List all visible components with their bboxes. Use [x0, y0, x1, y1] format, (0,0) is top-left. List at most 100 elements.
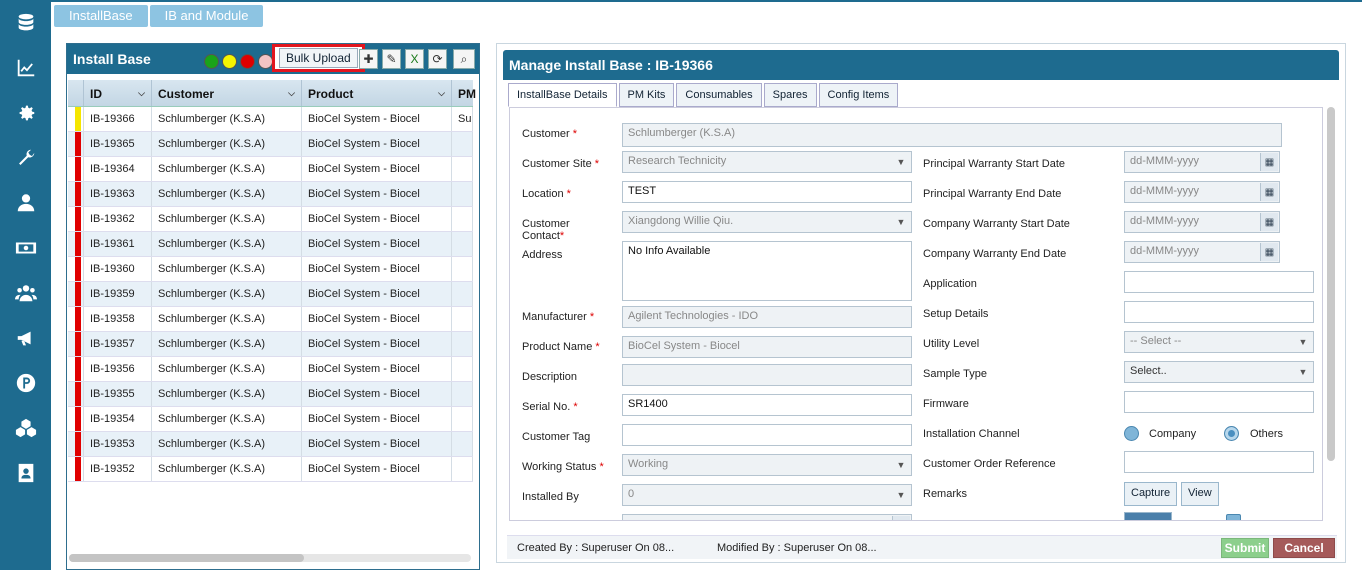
setup-details-field[interactable]: [1124, 301, 1314, 323]
table-row[interactable]: IB-19358 Schlumberger (K.S.A) BioCel Syste…: [68, 307, 473, 332]
horizontal-scrollbar[interactable]: [69, 554, 471, 562]
users-icon[interactable]: [0, 279, 51, 307]
calendar-icon[interactable]: ▦: [892, 516, 910, 520]
table-row[interactable]: IB-19365 Schlumberger (K.S.A) BioCel Syste…: [68, 132, 473, 157]
wrench-icon[interactable]: [0, 144, 51, 172]
chevron-down-icon: ▼: [1298, 367, 1308, 377]
green-status-dot[interactable]: [204, 54, 219, 69]
capture-button[interactable]: Capture: [1124, 482, 1178, 506]
money-icon[interactable]: [0, 234, 51, 262]
chevron-down-icon: ▼: [1298, 337, 1308, 347]
edit-icon[interactable]: ✎: [382, 49, 401, 69]
yellow-status-dot[interactable]: [222, 54, 237, 69]
table-row[interactable]: IB-19357 Schlumberger (K.S.A) BioCel Syste…: [68, 332, 473, 357]
megaphone-icon[interactable]: [0, 324, 51, 352]
table-row[interactable]: IB-19361 Schlumberger (K.S.A) BioCel Syste…: [68, 232, 473, 257]
vertical-scrollbar[interactable]: [1327, 107, 1335, 461]
tab-pm-kits[interactable]: PM Kits: [618, 83, 675, 107]
company-end-date[interactable]: dd-MMM-yyyy ▦: [1124, 241, 1280, 263]
customer-order-ref-field[interactable]: [1124, 451, 1314, 473]
customer-field[interactable]: Schlumberger (K.S.A): [622, 123, 1282, 147]
status-flag: [75, 307, 81, 331]
table-row[interactable]: IB-19356 Schlumberger (K.S.A) BioCel Syste…: [68, 357, 473, 382]
principal-end-date[interactable]: dd-MMM-yyyy ▦: [1124, 181, 1280, 203]
table-row[interactable]: IB-19364 Schlumberger (K.S.A) BioCel Syste…: [68, 157, 473, 182]
submit-button[interactable]: Submit: [1221, 538, 1269, 558]
cell-pm: [452, 307, 473, 331]
calendar-icon[interactable]: ▦: [1260, 213, 1278, 231]
chart-icon[interactable]: [0, 54, 51, 82]
working-status-select[interactable]: Working ▼: [622, 454, 912, 476]
description-field[interactable]: [622, 364, 912, 386]
table-row[interactable]: IB-19353 Schlumberger (K.S.A) BioCel Syste…: [68, 432, 473, 457]
scroll-thumb[interactable]: [69, 554, 304, 562]
tab-installbase[interactable]: InstallBase: [54, 5, 148, 27]
table-row[interactable]: IB-19360 Schlumberger (K.S.A) BioCel Syste…: [68, 257, 473, 282]
table-row[interactable]: IB-19366 Schlumberger (K.S.A) BioCel Syste…: [68, 107, 473, 132]
table-row[interactable]: IB-19352 Schlumberger (K.S.A) BioCel Syste…: [68, 457, 473, 482]
search-icon[interactable]: ⌕: [453, 49, 475, 69]
refresh-icon[interactable]: ⟳: [428, 49, 447, 69]
status-flag: [75, 282, 81, 306]
parking-icon[interactable]: [0, 369, 51, 397]
red-status-dot[interactable]: [240, 54, 255, 69]
principal-start-date[interactable]: dd-MMM-yyyy ▦: [1124, 151, 1280, 173]
table-row[interactable]: IB-19359 Schlumberger (K.S.A) BioCel Syste…: [68, 282, 473, 307]
column-product[interactable]: Product ⌵: [302, 80, 452, 106]
company-start-date[interactable]: dd-MMM-yyyy ▦: [1124, 211, 1280, 233]
column-id[interactable]: ID ⌵: [84, 80, 152, 106]
customer-contact-select[interactable]: Xiangdong Willie Qiu. ▼: [622, 211, 912, 233]
column-customer-label: Customer: [158, 87, 215, 101]
radio-others[interactable]: [1224, 426, 1239, 441]
grid-header-flag: [68, 80, 84, 106]
radio-company[interactable]: [1124, 426, 1139, 441]
user-icon[interactable]: [0, 189, 51, 217]
firmware-field[interactable]: [1124, 391, 1314, 413]
add-icon[interactable]: ✚: [359, 49, 378, 69]
table-row[interactable]: IB-19362 Schlumberger (K.S.A) BioCel Syste…: [68, 207, 473, 232]
tab-ib-and-module[interactable]: IB and Module: [149, 5, 264, 27]
calendar-icon[interactable]: ▦: [1260, 183, 1278, 201]
table-row[interactable]: IB-19363 Schlumberger (K.S.A) BioCel Syste…: [68, 182, 473, 207]
view-button[interactable]: View: [1181, 482, 1219, 506]
table-row[interactable]: IB-19354 Schlumberger (K.S.A) BioCel Syste…: [68, 407, 473, 432]
partial-hidden-button[interactable]: [1124, 512, 1172, 520]
address-textarea[interactable]: No Info Available: [622, 241, 912, 301]
bulk-upload-button[interactable]: Bulk Upload: [279, 48, 358, 68]
table-row[interactable]: IB-19355 Schlumberger (K.S.A) BioCel Syste…: [68, 382, 473, 407]
location-field[interactable]: TEST: [622, 181, 912, 203]
customer-tag-field[interactable]: [622, 424, 912, 446]
partial-hidden-field[interactable]: ▦: [622, 514, 912, 520]
calendar-icon[interactable]: ▦: [1260, 243, 1278, 261]
database-icon[interactable]: [0, 9, 51, 37]
customer-site-select[interactable]: Research Technicity ▼: [622, 151, 912, 173]
column-customer[interactable]: Customer ⌵: [152, 80, 302, 106]
tab-installbase-details[interactable]: InstallBase Details: [508, 83, 617, 107]
column-pm[interactable]: PM: [452, 80, 476, 106]
contact-card-icon[interactable]: [0, 459, 51, 487]
cell-flag: [68, 307, 84, 331]
sample-type-select[interactable]: Select.. ▼: [1124, 361, 1314, 383]
installed-by-select[interactable]: 0 ▼: [622, 484, 912, 506]
cell-product: BioCel System - Biocel: [302, 332, 452, 356]
excel-icon[interactable]: X: [405, 49, 424, 69]
product-name-field[interactable]: BioCel System - Biocel: [622, 336, 912, 358]
cubes-icon[interactable]: [0, 414, 51, 442]
tab-spares[interactable]: Spares: [763, 83, 817, 107]
manufacturer-field[interactable]: Agilent Technologies - IDO: [622, 306, 912, 328]
gear-icon[interactable]: [0, 99, 51, 127]
calendar-icon[interactable]: ▦: [1260, 153, 1278, 171]
status-flag: [75, 382, 81, 406]
pink-status-dot[interactable]: [258, 54, 273, 69]
cell-id: IB-19364: [84, 157, 152, 181]
serial-no-field[interactable]: SR1400: [622, 394, 912, 416]
application-field[interactable]: [1124, 271, 1314, 293]
tab-config-items[interactable]: Config Items: [818, 83, 899, 107]
utility-level-label: Utility Level: [923, 338, 980, 350]
partial-hidden-checkbox[interactable]: [1226, 514, 1241, 520]
utility-level-select[interactable]: -- Select -- ▼: [1124, 331, 1314, 353]
tab-consumables[interactable]: Consumables: [676, 83, 762, 107]
cell-flag: [68, 107, 84, 131]
cancel-button[interactable]: Cancel: [1273, 538, 1335, 558]
sample-type-label: Sample Type: [923, 368, 988, 380]
